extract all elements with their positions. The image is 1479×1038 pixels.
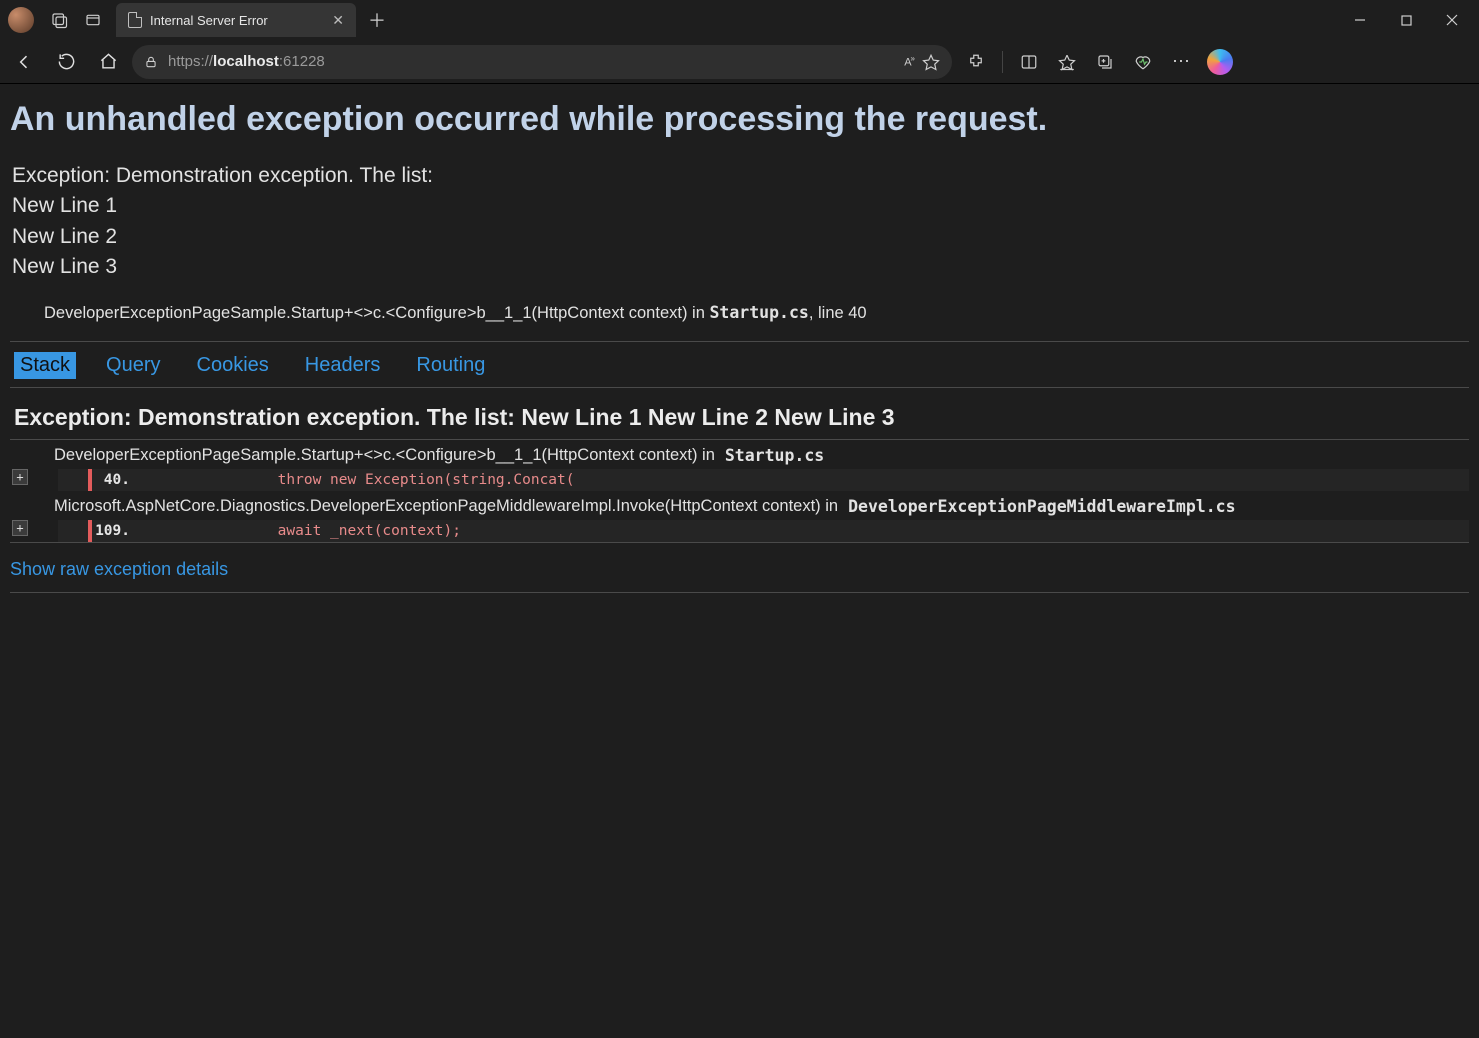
stack-frame: Microsoft.AspNetCore.Diagnostics.Develop… — [10, 491, 1469, 542]
browser-tab[interactable]: Internal Server Error ✕ — [116, 3, 356, 37]
close-tab-icon[interactable]: ✕ — [332, 12, 344, 29]
performance-icon[interactable] — [1125, 44, 1161, 80]
close-window-button[interactable] — [1429, 0, 1475, 40]
tab-title: Internal Server Error — [150, 13, 268, 28]
line-number: 109. — [92, 520, 138, 542]
collections-icon[interactable] — [1087, 44, 1123, 80]
address-bar[interactable]: https://localhost:61228 A» — [132, 45, 952, 79]
page-title: An unhandled exception occurred while pr… — [10, 100, 1469, 139]
tab-actions-icon[interactable] — [76, 3, 110, 37]
favorites-icon[interactable] — [1049, 44, 1085, 80]
exception-message: Exception: Demonstration exception. The … — [12, 161, 1469, 283]
source-code: throw new Exception(string.Concat( — [138, 469, 575, 491]
minimize-button[interactable] — [1337, 0, 1383, 40]
tab-stack[interactable]: Stack — [14, 352, 76, 379]
window-controls — [1337, 0, 1475, 40]
tab-cookies[interactable]: Cookies — [191, 352, 275, 379]
document-icon — [128, 12, 142, 28]
url-text: https://localhost:61228 — [168, 53, 325, 70]
tab-routing[interactable]: Routing — [410, 352, 491, 379]
split-screen-icon[interactable] — [1011, 44, 1047, 80]
line-number: 40. — [92, 469, 138, 491]
detail-tabs: Stack Query Cookies Headers Routing — [10, 341, 1469, 388]
more-icon[interactable]: ⋯ — [1163, 44, 1199, 80]
browser-toolbar: https://localhost:61228 A» ⋯ — [0, 40, 1479, 84]
expand-frame-button[interactable]: + — [12, 520, 28, 536]
home-button[interactable] — [90, 44, 126, 80]
extensions-icon[interactable] — [958, 44, 994, 80]
new-tab-button[interactable]: ＋ — [362, 5, 392, 35]
maximize-button[interactable] — [1383, 0, 1429, 40]
reader-icon[interactable]: A» — [904, 54, 914, 69]
source-code: await _next(context); — [138, 520, 461, 542]
favorite-icon[interactable] — [922, 53, 940, 71]
stack-frames: DeveloperExceptionPageSample.Startup+<>c… — [10, 439, 1469, 543]
tab-headers[interactable]: Headers — [299, 352, 387, 379]
tab-query[interactable]: Query — [100, 352, 166, 379]
workspaces-icon[interactable] — [42, 3, 76, 37]
profile-avatar[interactable] — [8, 7, 34, 33]
expand-frame-button[interactable]: + — [12, 469, 28, 485]
back-button[interactable] — [6, 44, 42, 80]
lock-icon — [144, 55, 158, 69]
stack-section-title: Exception: Demonstration exception. The … — [14, 404, 1469, 431]
stack-frame: DeveloperExceptionPageSample.Startup+<>c… — [10, 440, 1469, 491]
top-stack-frame: DeveloperExceptionPageSample.Startup+<>c… — [44, 303, 1469, 323]
copilot-icon[interactable] — [1207, 49, 1233, 75]
show-raw-exception-link[interactable]: Show raw exception details — [10, 559, 228, 580]
page-content: An unhandled exception occurred while pr… — [0, 84, 1479, 1038]
browser-titlebar: Internal Server Error ✕ ＋ — [0, 0, 1479, 40]
refresh-button[interactable] — [48, 44, 84, 80]
